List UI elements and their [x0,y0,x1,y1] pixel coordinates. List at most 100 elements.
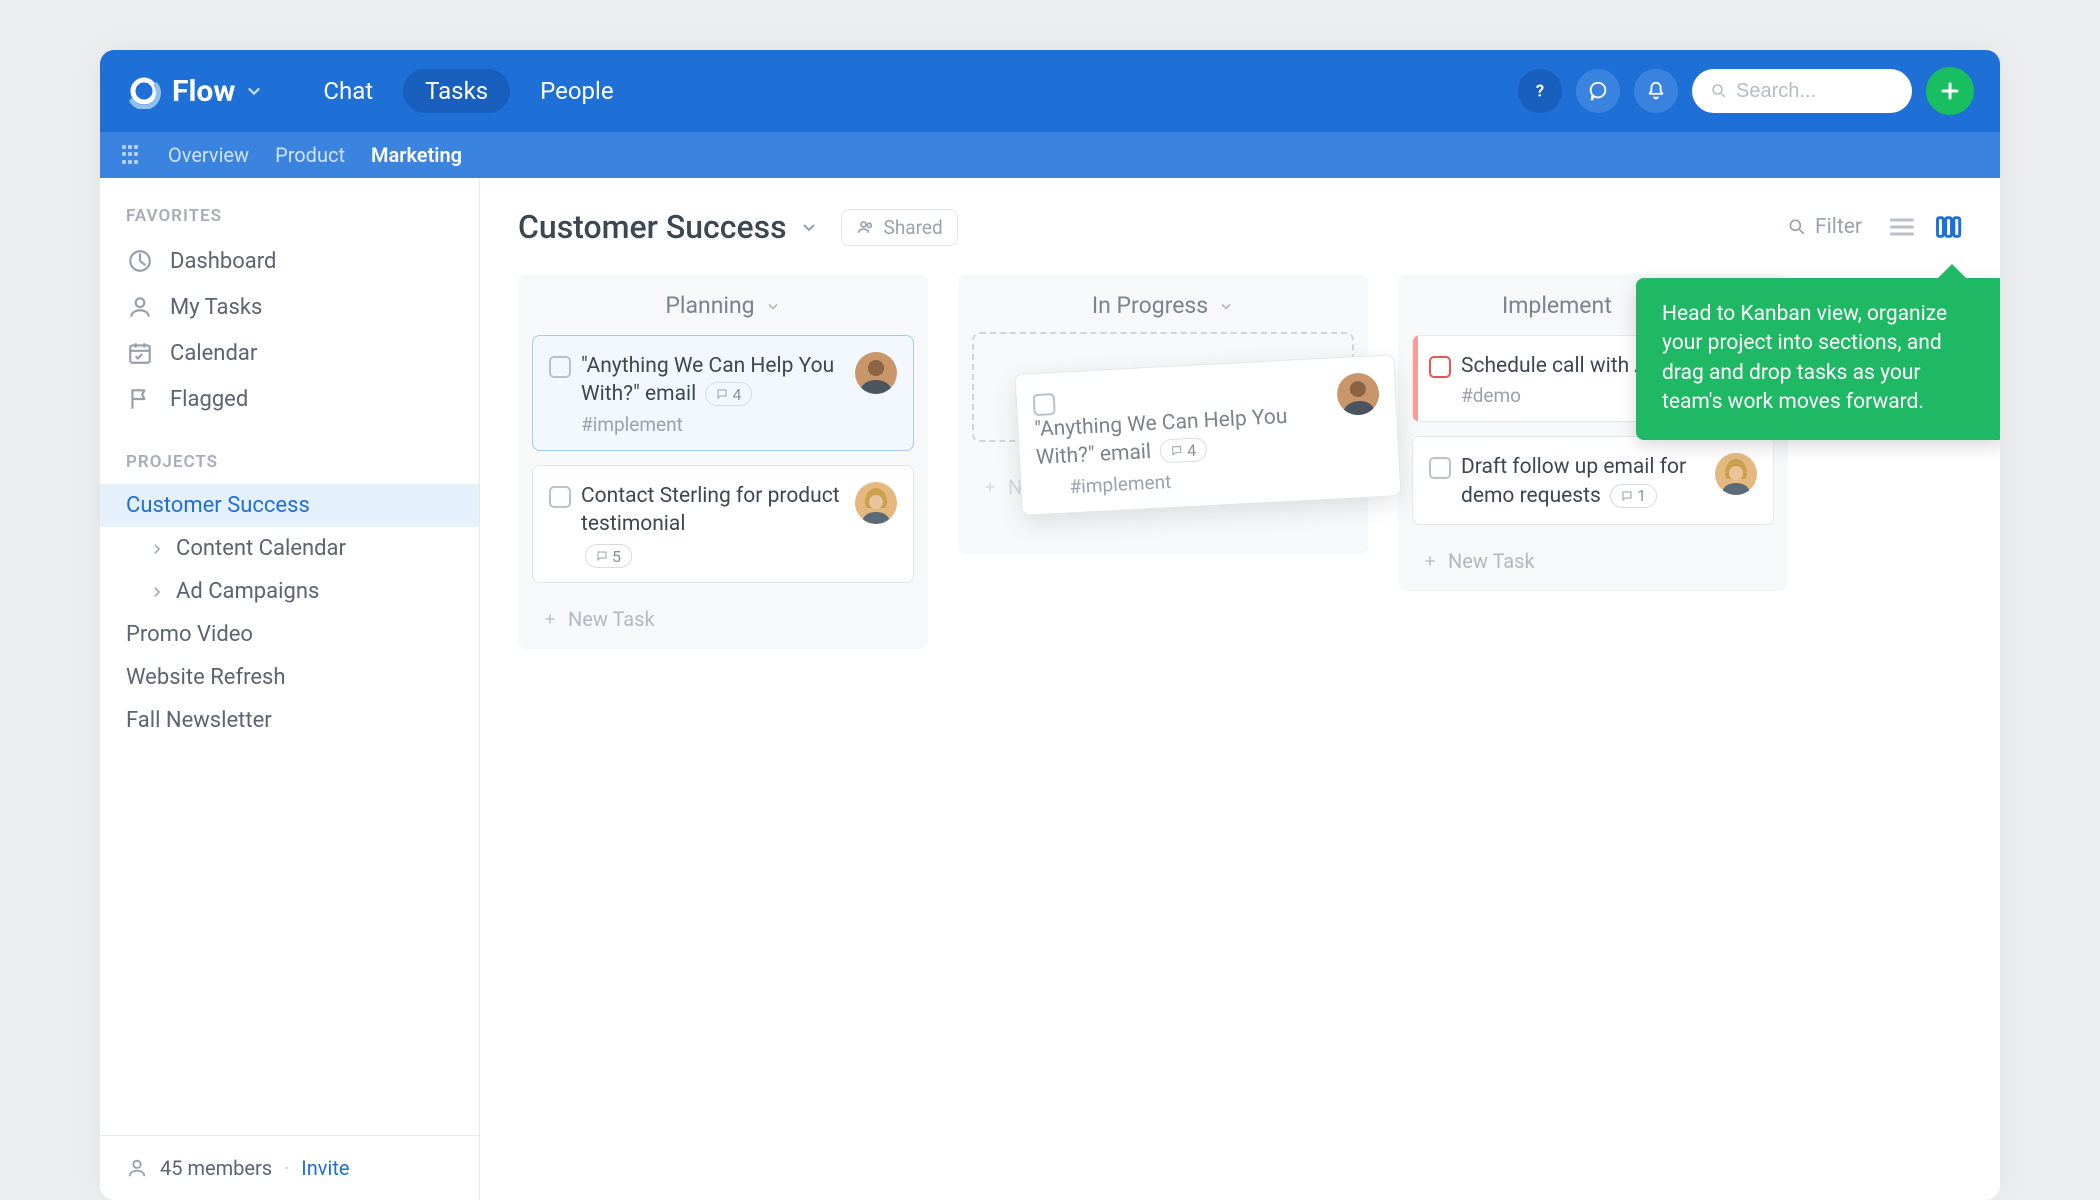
sidebar-item-label: Website Refresh [126,665,286,690]
sidebar-item-flagged[interactable]: Flagged [100,376,479,422]
column-header[interactable]: Planning [532,292,914,319]
breadcrumb-bar: Overview Product Marketing [100,132,2000,178]
page-header: Customer Success Shared [518,208,1962,246]
sidebar-item-label: Fall Newsletter [126,708,272,733]
dragging-task-card[interactable]: "Anything We Can Help You With?" email 4… [1015,354,1402,515]
sidebar-project-fall-newsletter[interactable]: Fall Newsletter [100,699,479,742]
plus-icon [542,611,558,627]
sidebar-item-label: Promo Video [126,622,253,647]
filter-button[interactable]: Filter [1787,215,1862,239]
task-title: "Anything We Can Help You With?" email 4 [581,352,897,409]
sidebar-item-label: My Tasks [170,295,262,320]
task-card[interactable]: Draft follow up email for demo requests … [1412,436,1774,525]
priority-indicator [1413,336,1418,421]
task-checkbox[interactable] [1429,457,1451,479]
subnav-marketing[interactable]: Marketing [371,143,462,167]
app-logo[interactable]: Flow [126,73,263,109]
search-field[interactable] [1692,69,1912,113]
task-title: Draft follow up email for demo requests … [1461,453,1757,510]
plus-icon [1422,553,1438,569]
chevron-down-icon [1218,298,1234,314]
kanban-tooltip: Head to Kanban view, organize your proje… [1636,278,2000,440]
sidebar-item-label: Calendar [170,341,257,366]
sidebar-item-calendar[interactable]: Calendar [100,330,479,376]
comment-count-badge: 4 [1160,437,1208,463]
task-card[interactable]: "Anything We Can Help You With?" email 4… [532,335,914,451]
nav-tasks[interactable]: Tasks [403,69,510,113]
plus-icon [1938,79,1962,103]
notifications-button[interactable] [1634,69,1678,113]
chevron-down-icon [245,82,263,100]
list-icon [1888,213,1916,241]
filter-label: Filter [1815,215,1862,239]
chat-button[interactable] [1576,69,1620,113]
column-in-progress: In Progress New Task "A [958,274,1368,554]
nav-people[interactable]: People [518,69,635,113]
sidebar-item-mytasks[interactable]: My Tasks [100,284,479,330]
sidebar-project-website-refresh[interactable]: Website Refresh [100,656,479,699]
chevron-down-icon [765,298,781,314]
page-title[interactable]: Customer Success [518,208,819,246]
svg-text:?: ? [1536,83,1544,102]
sidebar-footer: 45 members · Invite [100,1135,479,1200]
main-area: Customer Success Shared [480,178,2000,1200]
subnav-product[interactable]: Product [275,143,345,167]
nav-chat[interactable]: Chat [301,69,395,113]
tooltip-text: Head to Kanban view, organize your proje… [1662,302,1947,414]
task-checkbox[interactable] [1033,393,1056,416]
task-tag: #implement [581,413,897,436]
sidebar-project-content-calendar[interactable]: Content Calendar [100,527,479,570]
app-logo-text: Flow [172,74,235,109]
assignee-avatar [855,352,897,394]
apps-grid-icon[interactable] [122,145,142,165]
invite-link[interactable]: Invite [301,1156,349,1180]
comment-count-badge: 4 [705,382,752,406]
separator: · [284,1156,289,1180]
help-icon: ? [1529,80,1551,102]
sidebar-item-dashboard[interactable]: Dashboard [100,238,479,284]
flag-icon [126,385,154,413]
sidebar-project-promo-video[interactable]: Promo Video [100,613,479,656]
sidebar-item-label: Customer Success [126,493,310,518]
page-title-text: Customer Success [518,208,787,246]
new-task-label: New Task [1448,549,1535,573]
members-icon [126,1157,148,1179]
flow-logo-icon [126,73,162,109]
topbar-actions: ? [1518,67,1974,115]
sidebar-project-customer-success[interactable]: Customer Success [100,484,479,527]
sidebar-item-label: Ad Campaigns [176,579,319,604]
column-title: Implement [1502,292,1612,319]
shared-label: Shared [884,216,943,239]
app-window: Flow Chat Tasks People ? [100,50,2000,1200]
sidebar-item-label: Content Calendar [176,536,346,561]
help-button[interactable]: ? [1518,69,1562,113]
people-icon [856,217,876,237]
search-input[interactable] [1736,80,1894,103]
task-checkbox[interactable] [549,356,571,378]
topbar: Flow Chat Tasks People ? [100,50,2000,132]
person-icon [126,293,154,321]
new-task-button[interactable]: New Task [532,597,914,635]
view-toggle [1888,213,1962,241]
task-card[interactable]: Contact Sterling for product testimonial… [532,465,914,584]
search-icon [1710,82,1728,100]
sidebar-item-label: Dashboard [170,249,276,274]
comment-count-badge: 1 [1610,484,1657,508]
chevron-right-icon [150,542,164,556]
chevron-down-icon [799,217,819,237]
plus-icon [982,479,998,495]
task-checkbox[interactable] [1429,356,1451,378]
new-task-button[interactable]: New Task [1412,539,1774,577]
add-button[interactable] [1926,67,1974,115]
shared-indicator[interactable]: Shared [841,209,958,246]
members-count: 45 members [160,1156,272,1180]
column-header[interactable]: In Progress [972,292,1354,319]
chat-icon [1587,80,1609,102]
view-kanban-button[interactable] [1934,213,1962,241]
view-list-button[interactable] [1888,213,1916,241]
sidebar-project-ad-campaigns[interactable]: Ad Campaigns [100,570,479,613]
task-checkbox[interactable] [549,486,571,508]
assignee-avatar [855,482,897,524]
subnav-overview[interactable]: Overview [168,143,249,167]
sidebar-item-label: Flagged [170,387,248,412]
